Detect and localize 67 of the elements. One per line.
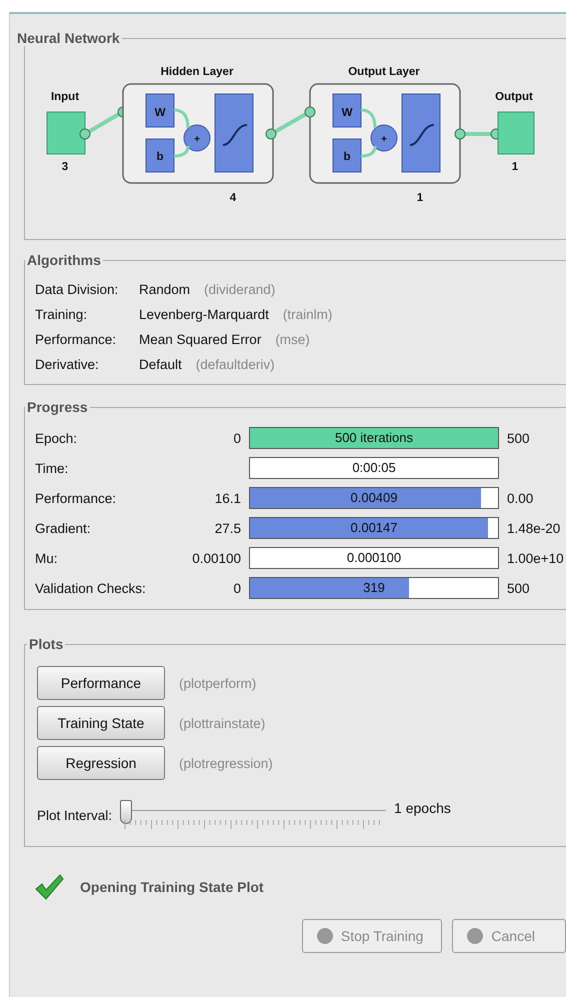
field-label: Performance: <box>35 332 118 347</box>
section-title: Neural Network <box>16 30 121 46</box>
function-name: (defaultderiv) <box>196 357 275 372</box>
field-label: Data Division: <box>35 282 120 297</box>
connector-arrow <box>266 106 316 140</box>
field-label: Plot Interval: <box>37 808 112 822</box>
function-name: (trainlm) <box>282 307 332 322</box>
end-value: 0.00 <box>507 490 534 506</box>
progress-reading: 0.00147 <box>350 519 398 537</box>
sum-node: + <box>370 124 398 152</box>
sum-node: + <box>184 124 210 152</box>
field-label: Performance: <box>35 490 118 506</box>
progress-reading: 0.00409 <box>350 489 398 507</box>
interval-slider[interactable] <box>120 800 386 830</box>
node-label: Output <box>495 91 533 103</box>
layer-size: 1 <box>416 192 424 204</box>
field-label: Training: <box>35 307 88 322</box>
section-title: Progress <box>26 399 89 415</box>
start-value: 0.00100 <box>192 550 241 566</box>
slider-thumb[interactable] <box>120 800 132 824</box>
layer-size: 4 <box>230 192 236 204</box>
function-name: (plotregression) <box>179 756 273 770</box>
end-value: 1.48e-20 <box>507 520 560 536</box>
weight-block: W <box>146 94 174 128</box>
end-value: 500 <box>507 580 530 596</box>
function-name: (plotperform) <box>179 676 256 690</box>
bias-block: b <box>146 138 174 172</box>
field-label: Epoch: <box>35 430 78 446</box>
start-value: 16.1 <box>214 490 241 506</box>
field-value: Levenberg-Marquardt <box>139 307 269 322</box>
start-value: 0 <box>233 580 241 596</box>
weight-block: W <box>332 94 362 128</box>
progress-reading: 500 iterations <box>334 429 414 447</box>
section-title: Plots <box>28 636 64 652</box>
function-name: (plottrainstate) <box>179 716 266 730</box>
start-value: 0 <box>233 430 241 446</box>
end-value: 1.00e+10 <box>507 550 564 566</box>
field-label: Validation Checks: <box>35 580 147 596</box>
section-title: Algorithms <box>26 252 102 268</box>
field-label: Mu: <box>35 550 59 566</box>
node-size: 3 <box>62 161 68 173</box>
interval-value: 1 epochs <box>394 800 451 816</box>
field-label: Derivative: <box>35 357 100 372</box>
function-name: (dividerand) <box>204 282 276 297</box>
function-name: (mse) <box>275 332 310 347</box>
start-value: 27.5 <box>214 520 241 536</box>
plot-button[interactable]: Training State <box>37 706 165 740</box>
status-message: Opening Training State Plot <box>80 879 264 895</box>
plot-button[interactable]: Regression <box>37 746 165 780</box>
check-icon <box>34 873 64 901</box>
field-value: Mean Squared Error <box>139 332 262 347</box>
field-value: Random <box>139 282 190 297</box>
end-value: 500 <box>507 430 530 446</box>
layer-title: Hidden Layer <box>160 66 234 78</box>
field-label: Time: <box>35 460 70 476</box>
bias-block: b <box>332 138 362 172</box>
plot-button[interactable]: Performance <box>37 666 165 700</box>
node-size: 1 <box>512 161 518 173</box>
progress-reading: 319 <box>362 579 386 597</box>
field-label: Gradient: <box>35 520 92 536</box>
connector-line <box>172 108 190 158</box>
layer-title: Output Layer <box>348 66 420 78</box>
field-value: Default <box>139 357 182 372</box>
connector-line <box>360 108 376 158</box>
node-label: Input <box>50 91 80 103</box>
input-node <box>46 112 86 154</box>
output-node <box>498 112 534 154</box>
